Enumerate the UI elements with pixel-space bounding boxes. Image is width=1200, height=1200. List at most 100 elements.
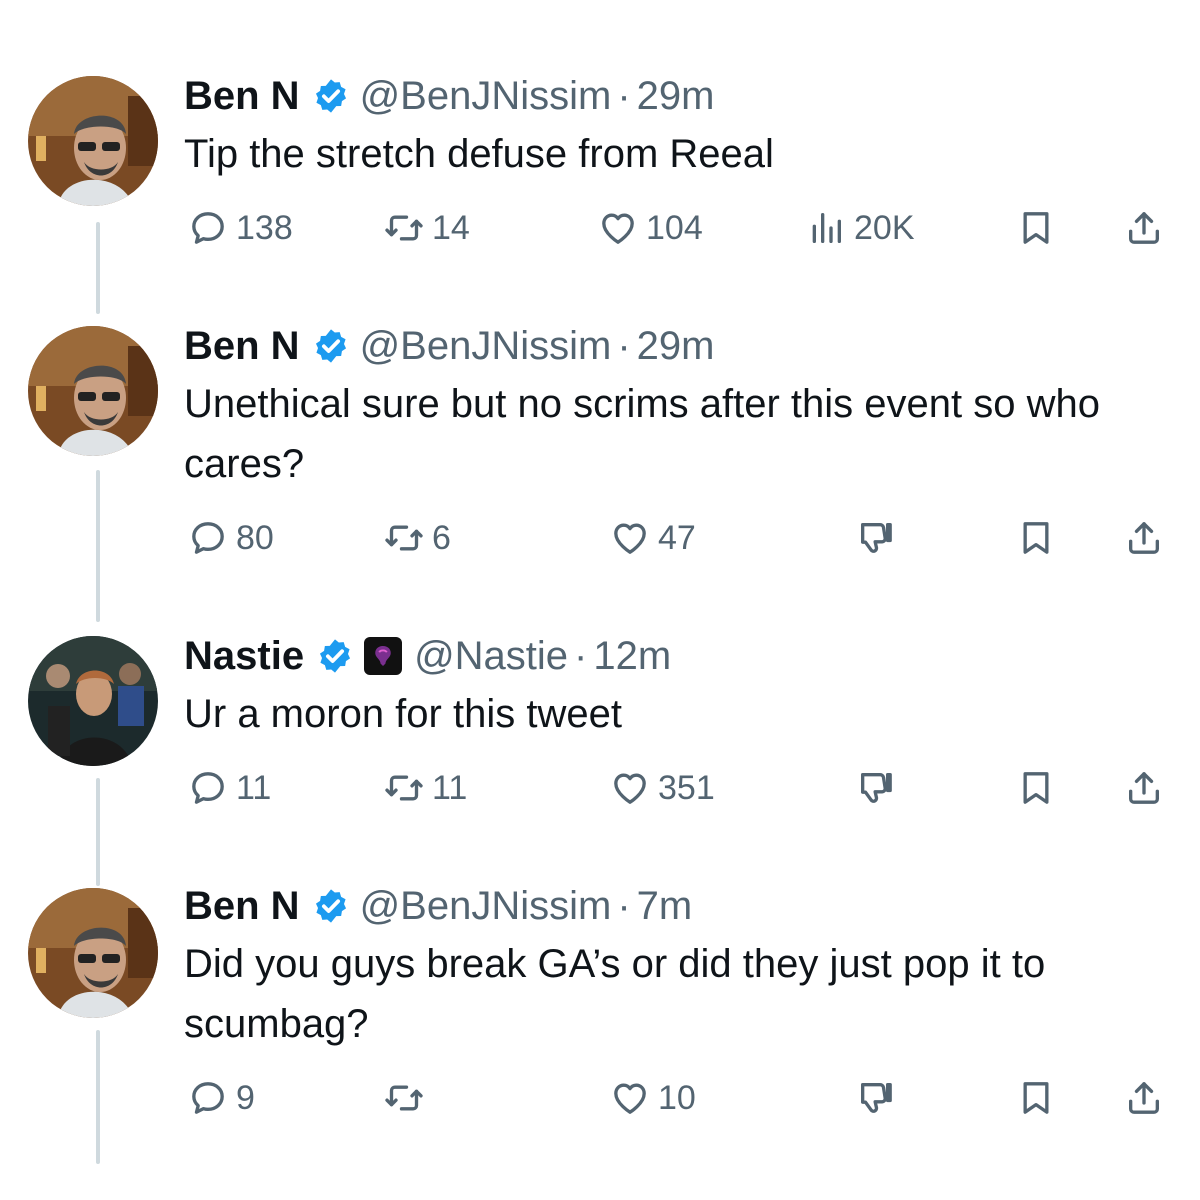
like-count: 10 <box>658 1078 696 1117</box>
display-name[interactable]: Ben N <box>184 322 300 370</box>
views-button[interactable]: 20K <box>806 206 915 250</box>
share-icon <box>1124 208 1164 248</box>
avatar-image <box>28 636 158 766</box>
separator: · <box>574 634 588 678</box>
retweet-icon <box>384 208 424 248</box>
avatar[interactable] <box>28 326 158 456</box>
retweet-button[interactable]: 11 <box>384 766 467 810</box>
dislike-button[interactable] <box>856 1076 896 1120</box>
reply-button[interactable]: 9 <box>188 1076 255 1120</box>
reply-button[interactable]: 138 <box>188 206 293 250</box>
verified-badge-icon <box>312 77 350 115</box>
retweet-icon <box>384 1078 424 1118</box>
tweet-text: Unethical sure but no scrims after this … <box>184 382 1100 486</box>
bookmark-icon <box>1016 518 1056 558</box>
timestamp[interactable]: 29m <box>637 322 715 370</box>
retweet-icon <box>384 768 424 808</box>
verified-badge-icon <box>312 327 350 365</box>
bookmark-icon <box>1016 768 1056 808</box>
user-handle[interactable]: @BenJNissim <box>360 882 612 930</box>
reply-button[interactable]: 11 <box>188 766 271 810</box>
bookmark-button[interactable] <box>1016 516 1056 560</box>
tweet-header: Ben N @BenJNissim · 29m <box>184 322 714 370</box>
like-count: 351 <box>658 768 715 807</box>
share-icon <box>1124 518 1164 558</box>
affiliation-logo-icon[interactable] <box>364 637 403 675</box>
dislike-icon <box>856 518 896 558</box>
thread-line <box>96 1030 100 1164</box>
reply-count: 138 <box>236 208 293 247</box>
share-button[interactable] <box>1124 206 1164 250</box>
reply-count: 80 <box>236 518 274 557</box>
heart-icon <box>598 208 638 248</box>
like-button[interactable]: 104 <box>598 206 703 250</box>
share-button[interactable] <box>1124 516 1164 560</box>
share-icon <box>1124 1078 1164 1118</box>
reply-count: 9 <box>236 1078 255 1117</box>
tweet-2[interactable]: Ben N @BenJNissim · 29m Unethical sure b… <box>0 300 1200 622</box>
heart-icon <box>610 768 650 808</box>
share-button[interactable] <box>1124 1076 1164 1120</box>
tweet-3[interactable]: Nastie @Nastie · 12m Ur a moron for this… <box>0 610 1200 886</box>
like-button[interactable]: 10 <box>610 1076 696 1120</box>
verified-badge-icon <box>316 637 354 675</box>
bookmark-button[interactable] <box>1016 206 1056 250</box>
user-handle[interactable]: @Nastie <box>414 632 568 680</box>
timestamp[interactable]: 7m <box>637 882 693 930</box>
share-button[interactable] <box>1124 766 1164 810</box>
dislike-button[interactable] <box>856 516 896 560</box>
reply-count: 11 <box>236 768 272 807</box>
avatar-image <box>28 76 158 206</box>
tweet-text: Tip the stretch defuse from Reeal <box>184 132 774 176</box>
bookmark-icon <box>1016 208 1056 248</box>
avatar[interactable] <box>28 888 158 1018</box>
tweet-text: Ur a moron for this tweet <box>184 692 622 736</box>
tweet-header: Ben N @BenJNissim · 29m <box>184 72 714 120</box>
thread-line <box>96 470 100 622</box>
reply-button[interactable]: 80 <box>188 516 274 560</box>
tweet-1[interactable]: Ben N @BenJNissim · 29m Tip the stretch … <box>0 0 1200 314</box>
display-name[interactable]: Ben N <box>184 72 300 120</box>
retweet-button[interactable] <box>384 1076 432 1120</box>
retweet-count: 6 <box>432 518 451 557</box>
heart-icon <box>610 518 650 558</box>
heart-icon <box>610 1078 650 1118</box>
user-handle[interactable]: @BenJNissim <box>360 72 612 120</box>
verified-badge-icon <box>312 887 350 925</box>
dislike-icon <box>856 1078 896 1118</box>
retweet-button[interactable]: 14 <box>384 206 470 250</box>
avatar[interactable] <box>28 636 158 766</box>
retweet-count: 11 <box>432 768 468 807</box>
views-count: 20K <box>854 208 915 247</box>
tweet-header: Nastie @Nastie · 12m <box>184 632 671 680</box>
timestamp[interactable]: 29m <box>637 72 715 120</box>
display-name[interactable]: Ben N <box>184 882 300 930</box>
dislike-button[interactable] <box>856 766 896 810</box>
avatar-image <box>28 326 158 456</box>
like-button[interactable]: 351 <box>610 766 715 810</box>
like-count: 47 <box>658 518 696 557</box>
tweet-text: Did you guys break GA’s or did they just… <box>184 942 1046 1046</box>
bookmark-button[interactable] <box>1016 766 1056 810</box>
reply-icon <box>188 1078 228 1118</box>
dislike-icon <box>856 768 896 808</box>
display-name[interactable]: Nastie <box>184 632 304 680</box>
tweet-4[interactable]: Ben N @BenJNissim · 7m Did you guys brea… <box>0 870 1200 1190</box>
retweet-button[interactable]: 6 <box>384 516 451 560</box>
separator: · <box>617 884 631 928</box>
share-icon <box>1124 768 1164 808</box>
reply-icon <box>188 768 228 808</box>
reply-icon <box>188 518 228 558</box>
like-count: 104 <box>646 208 703 247</box>
user-handle[interactable]: @BenJNissim <box>360 322 612 370</box>
retweet-icon <box>384 518 424 558</box>
like-button[interactable]: 47 <box>610 516 696 560</box>
bookmark-button[interactable] <box>1016 1076 1056 1120</box>
retweet-count: 14 <box>432 208 470 247</box>
reply-icon <box>188 208 228 248</box>
timestamp[interactable]: 12m <box>593 632 671 680</box>
bookmark-icon <box>1016 1078 1056 1118</box>
avatar[interactable] <box>28 76 158 206</box>
views-icon <box>806 208 846 248</box>
avatar-image <box>28 888 158 1018</box>
